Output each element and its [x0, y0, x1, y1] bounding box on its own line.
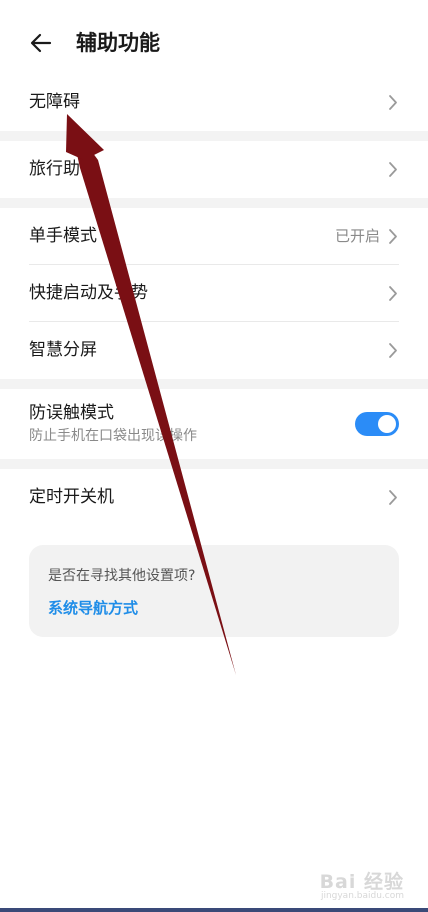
settings-item-label: 旅行助手: [29, 159, 97, 179]
settings-item-label: 单手模式: [29, 226, 97, 246]
section-gap: [0, 379, 428, 389]
pocket-mode-toggle[interactable]: [355, 412, 399, 436]
settings-item-travel-assistant[interactable]: 旅行助手: [0, 141, 428, 198]
chevron-right-icon: [389, 286, 397, 301]
settings-item-label: 快捷启动及手势: [29, 283, 148, 303]
chevron-right-icon: [389, 229, 397, 244]
settings-item-scheduled-power[interactable]: 定时开关机: [0, 469, 428, 526]
settings-item-label: 无障碍: [29, 92, 80, 112]
section-gap: [0, 131, 428, 141]
settings-item-one-hand-mode[interactable]: 单手模式 已开启: [0, 208, 428, 265]
system-navigation-link[interactable]: 系统导航方式: [48, 597, 138, 619]
watermark-url: jingyan.baidu.com: [320, 891, 404, 901]
section-gap: [0, 198, 428, 208]
watermark-text: Bai 经验: [319, 871, 404, 893]
chevron-right-icon: [389, 490, 397, 505]
bottom-edge-bar: [0, 908, 428, 912]
suggestion-question: 是否在寻找其他设置项?: [48, 568, 196, 584]
settings-item-value: 已开启: [334, 227, 380, 245]
suggestion-card: 是否在寻找其他设置项? 系统导航方式: [29, 545, 399, 637]
settings-item-label: 定时开关机: [29, 487, 114, 507]
chevron-right-icon: [389, 162, 397, 177]
settings-item-accessibility[interactable]: 无障碍: [0, 74, 428, 131]
settings-item-shortcuts-gestures[interactable]: 快捷启动及手势: [0, 265, 428, 322]
arrow-left-icon[interactable]: [28, 30, 54, 56]
chevron-right-icon: [389, 343, 397, 358]
toggle-knob: [378, 415, 396, 433]
settings-item-label: 防误触模式: [29, 403, 114, 423]
section-gap: [0, 459, 428, 469]
page-title: 辅助功能: [76, 31, 160, 55]
settings-item-smart-split-screen[interactable]: 智慧分屏: [0, 322, 428, 379]
settings-item-label: 智慧分屏: [29, 340, 97, 360]
settings-item-pocket-mode: 防误触模式 防止手机在口袋出现误操作: [0, 389, 428, 459]
settings-list: 无障碍 旅行助手 单手模式 已开启 快捷启动及手势 智慧分屏 防误触模式 防止手…: [0, 74, 428, 526]
settings-item-sublabel: 防止手机在口袋出现误操作: [29, 428, 197, 444]
chevron-right-icon: [389, 95, 397, 110]
watermark: Bai 经验 jingyan.baidu.com: [319, 867, 404, 901]
